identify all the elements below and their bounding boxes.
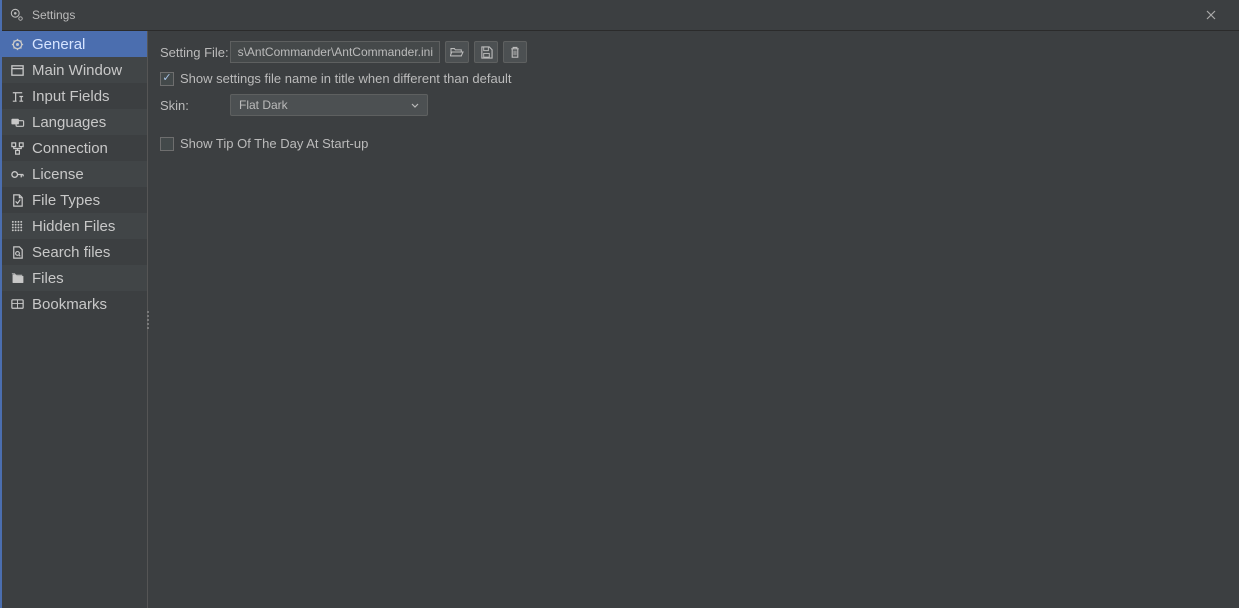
filetype-icon <box>8 193 26 208</box>
connection-icon <box>10 141 25 156</box>
files-icon <box>10 271 25 286</box>
gear-icon <box>8 37 26 52</box>
delete-file-button[interactable] <box>503 41 527 63</box>
search-file-icon <box>8 245 26 260</box>
window-icon <box>8 63 26 78</box>
window-title: Settings <box>32 8 1191 22</box>
sidebar-item-search-files[interactable]: Search files <box>2 239 147 265</box>
setting-file-input[interactable]: s\AntCommander\AntCommander.ini <box>230 41 440 63</box>
show-tip-checkbox[interactable] <box>160 137 174 151</box>
filetype-icon <box>10 193 25 208</box>
sidebar-item-file-types[interactable]: File Types <box>2 187 147 213</box>
bookmark-icon <box>10 297 25 312</box>
sidebar-item-bookmarks[interactable]: Bookmarks <box>2 291 147 317</box>
sidebar-item-label: General <box>32 36 85 53</box>
search-file-icon <box>10 245 25 260</box>
show-tip-label: Show Tip Of The Day At Start-up <box>180 136 368 151</box>
sidebar-item-general[interactable]: General <box>2 31 147 57</box>
language-icon <box>10 115 25 130</box>
connection-icon <box>8 141 26 156</box>
sidebar-item-label: Connection <box>32 140 108 157</box>
sidebar-item-input-fields[interactable]: Input Fields <box>2 83 147 109</box>
sidebar-item-hidden-files[interactable]: Hidden Files <box>2 213 147 239</box>
skin-label: Skin: <box>160 98 230 113</box>
titlebar: Settings <box>2 0 1239 31</box>
sidebar-item-label: Input Fields <box>32 88 110 105</box>
save-icon <box>480 46 493 59</box>
sidebar-item-label: Search files <box>32 244 110 261</box>
open-file-button[interactable] <box>445 41 469 63</box>
sidebar-item-label: Main Window <box>32 62 122 79</box>
sidebar-item-label: Bookmarks <box>32 296 107 313</box>
window-icon <box>10 63 25 78</box>
save-file-button[interactable] <box>474 41 498 63</box>
trash-icon <box>509 46 521 59</box>
skin-select-value: Flat Dark <box>239 98 288 112</box>
key-icon <box>8 167 26 182</box>
sidebar: General Main Window Input Fields Languages C… <box>2 31 148 608</box>
sidebar-item-label: File Types <box>32 192 100 209</box>
settings-icon <box>10 8 24 22</box>
text-icon <box>10 89 25 104</box>
sidebar-item-main-window[interactable]: Main Window <box>2 57 147 83</box>
close-button[interactable] <box>1191 0 1231 30</box>
folder-open-icon <box>450 46 464 58</box>
key-icon <box>10 167 25 182</box>
settings-content: Setting File: s\AntCommander\AntCommande… <box>148 31 1239 608</box>
gear-icon <box>10 37 25 52</box>
grid-icon <box>10 219 25 234</box>
bookmark-icon <box>8 297 26 312</box>
grid-icon <box>8 219 26 234</box>
sidebar-item-license[interactable]: License <box>2 161 147 187</box>
chevron-down-icon <box>411 103 419 108</box>
language-icon <box>8 115 26 130</box>
sidebar-item-label: Languages <box>32 114 106 131</box>
files-icon <box>8 271 26 286</box>
show-filename-label: Show settings file name in title when di… <box>180 71 511 86</box>
show-filename-checkbox[interactable] <box>160 72 174 86</box>
setting-file-label: Setting File: <box>160 45 230 60</box>
text-icon <box>8 89 26 104</box>
sidebar-item-connection[interactable]: Connection <box>2 135 147 161</box>
skin-select[interactable]: Flat Dark <box>230 94 428 116</box>
sidebar-item-label: Files <box>32 270 64 287</box>
splitter-handle[interactable] <box>145 310 151 330</box>
sidebar-item-files[interactable]: Files <box>2 265 147 291</box>
sidebar-item-languages[interactable]: Languages <box>2 109 147 135</box>
sidebar-item-label: Hidden Files <box>32 218 115 235</box>
sidebar-item-label: License <box>32 166 84 183</box>
